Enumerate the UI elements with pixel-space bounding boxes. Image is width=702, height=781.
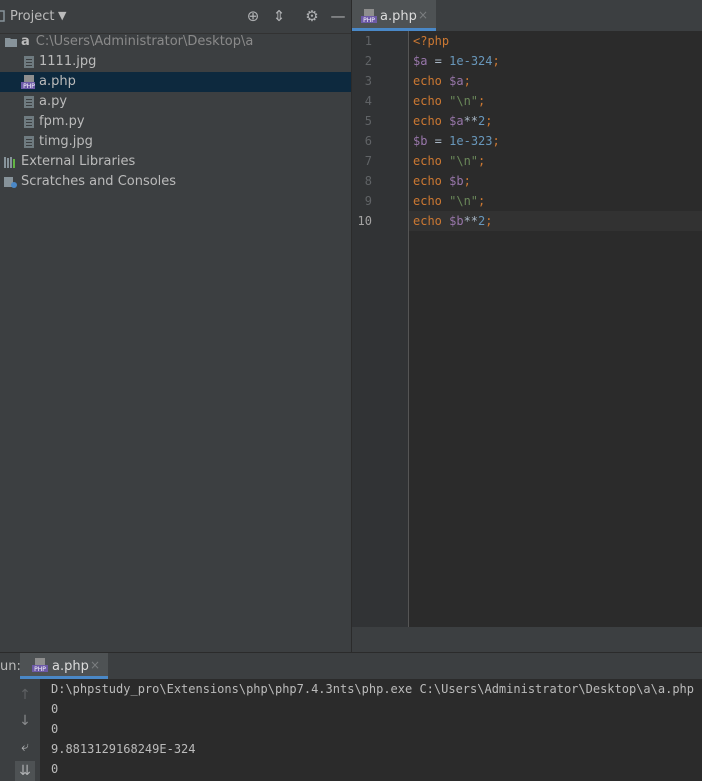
code-line: $a = 1e-324; [413,54,500,68]
code-line: echo $a**2; [413,114,493,128]
editor-gutter: 1 2 3 4 5 6 7 8 9 10 [352,31,409,627]
line-number: 1 [364,34,372,48]
tree-item-fpm-py[interactable]: fpm.py [0,112,351,132]
tab-a-php[interactable]: PHP a.php × [352,0,436,31]
project-panel: Project ▼ ⊕ ⇕ ⚙ — a C:\Users\Administrato… [0,0,351,652]
project-view-title[interactable]: Project [10,9,54,24]
line-number: 8 [364,174,372,188]
code-line: echo "\n"; [413,154,486,168]
run-tab-a-php[interactable]: PHP a.php × [20,653,108,679]
tree-item-path: C:\Users\Administrator\Desktop\a [35,34,254,49]
tree-item-label: a [21,34,30,49]
tab-label: a.php [380,9,417,24]
run-panel-title: un: [0,659,21,674]
console-line: D:\phpstudy_pro\Extensions\php\php7.4.3n… [51,682,694,696]
code-line-current: echo $b**2; [413,214,493,228]
image-file-icon [24,56,34,68]
code-line: echo "\n"; [413,94,486,108]
line-number: 7 [364,154,372,168]
tree-item-a-php[interactable]: PHP a.php [0,72,351,92]
php-file-icon: PHP [361,9,377,23]
arrow-down-icon[interactable]: ↓ [15,711,35,731]
python-file-icon [24,96,34,108]
line-number-current: 10 [357,214,372,228]
tree-item-label: fpm.py [39,114,85,129]
svg-text:PHP: PHP [34,666,46,672]
locate-file-icon[interactable]: ⊕ [245,8,261,24]
image-file-icon [24,136,34,148]
console-output[interactable]: D:\phpstudy_pro\Extensions\php\php7.4.3n… [40,679,702,781]
console-line: 0 [51,702,59,716]
run-panel-header: un: PHP a.php × [0,653,702,679]
line-number: 4 [364,94,372,108]
code-line: $b = 1e-323; [413,134,500,148]
run-tab-label: a.php [52,659,89,674]
close-icon[interactable]: × [418,8,428,22]
tree-item-timg-jpg[interactable]: timg.jpg [0,132,351,152]
console-line: 9.8813129168249E-324 [51,742,196,756]
line-number: 6 [364,134,372,148]
tree-item-external-libraries[interactable]: External Libraries [0,152,351,172]
tree-item-label: a.py [39,94,68,109]
close-icon[interactable]: × [90,658,100,672]
project-panel-header: Project ▼ ⊕ ⇕ ⚙ — [0,0,351,34]
line-number: 2 [364,54,372,68]
tree-item-label: External Libraries [21,154,136,169]
line-number: 9 [364,194,372,208]
line-number: 5 [364,114,372,128]
scroll-to-end-icon[interactable]: ⇊ [15,761,35,781]
gear-icon[interactable]: ⚙ [304,8,320,24]
line-number: 3 [364,74,372,88]
svg-text:PHP: PHP [363,17,375,23]
editor-bottom-area [352,627,702,652]
soft-wrap-icon[interactable]: ⤶ [15,737,35,757]
tree-item-project-root[interactable]: a C:\Users\Administrator\Desktop\a [0,32,351,52]
php-file-icon: PHP [32,658,48,672]
folder-icon [5,38,17,47]
tree-item-scratches-and-consoles[interactable]: Scratches and Consoles [0,172,351,192]
code-line: <?php [413,34,450,48]
tree-item-1111-jpg[interactable]: 1111.jpg [0,52,351,72]
arrow-up-icon[interactable]: ↑ [15,685,35,705]
code-line: echo $a; [413,74,471,88]
code-editor[interactable]: <?php $a = 1e-324; echo $a; echo "\n"; e… [409,31,702,627]
tree-item-a-py[interactable]: a.py [0,92,351,112]
project-view-dropdown-icon[interactable]: ▼ [58,9,66,22]
console-line: 0 [51,722,59,736]
hide-panel-icon[interactable]: — [330,8,346,24]
tree-item-label: Scratches and Consoles [21,174,177,189]
tree-item-label: timg.jpg [39,134,93,149]
editor-tab-bar: PHP a.php × [352,0,702,32]
svg-text:PHP: PHP [23,83,35,89]
code-line: echo "\n"; [413,194,486,208]
code-line: echo $b; [413,174,471,188]
scratches-icon [4,177,17,188]
project-view-icon [0,10,5,22]
run-toolbar: ↑ ↓ ⤶ ⇊ [0,679,40,781]
php-file-icon: PHP [21,75,35,89]
console-line: 0 [51,762,59,776]
python-file-icon [24,116,34,128]
library-icon [4,157,15,168]
collapse-all-icon[interactable]: ⇕ [271,8,287,24]
tree-item-label: a.php [39,74,76,89]
tree-item-label: 1111.jpg [39,54,97,69]
